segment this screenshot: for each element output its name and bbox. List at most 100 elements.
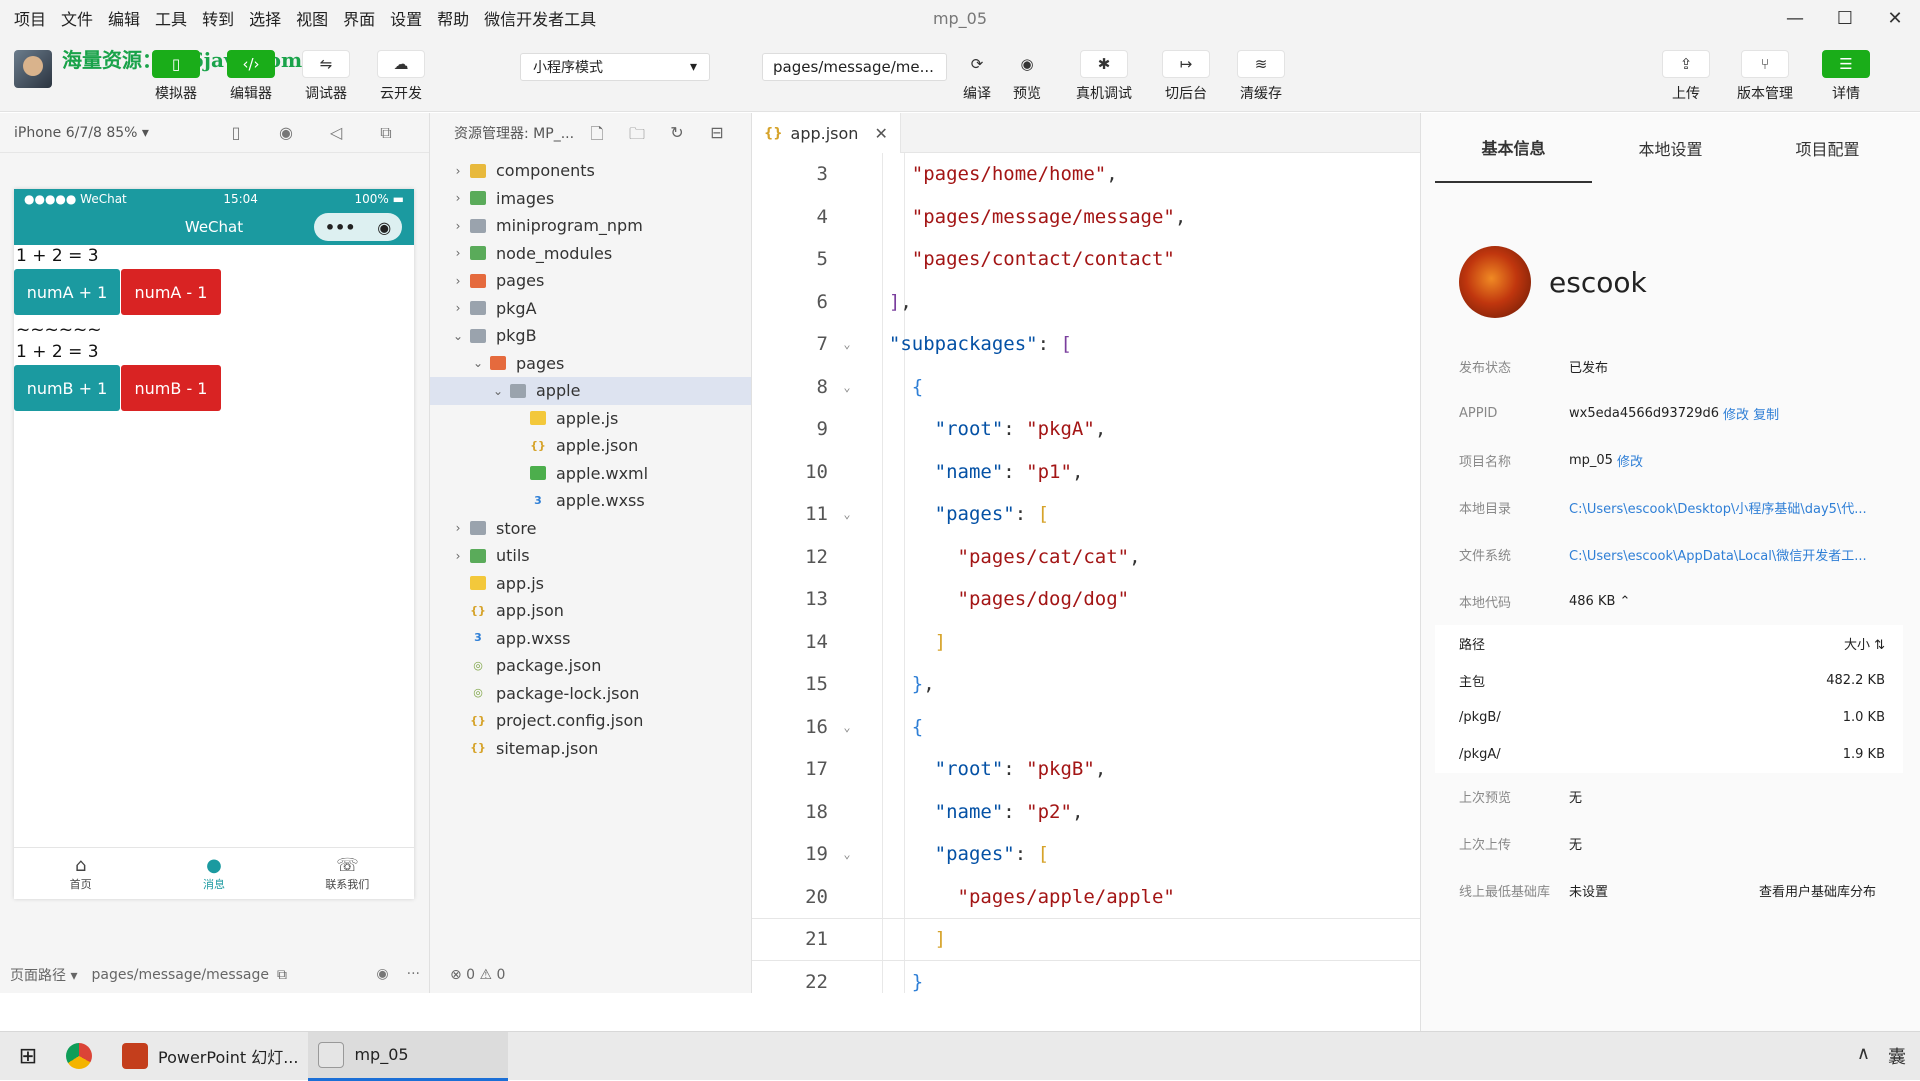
devtools-taskbar-item[interactable]: mp_05 <box>308 1031 509 1081</box>
code-line[interactable]: 22 } <box>752 961 1420 994</box>
version-button[interactable]: ⑂ 版本管理 <box>1737 50 1793 103</box>
simulator-button[interactable]: ▯ 模拟器 <box>152 50 200 103</box>
eye-icon[interactable]: ◉ <box>376 966 388 982</box>
close-circle-icon[interactable]: ◉ <box>377 218 391 237</box>
close-button[interactable]: ✕ <box>1870 0 1920 36</box>
tree-item[interactable]: app.js <box>430 570 751 598</box>
code-line[interactable]: 18 "name": "p2", <box>752 791 1420 834</box>
menu-item[interactable]: 文件 <box>61 6 93 30</box>
tree-item[interactable]: 3 app.wxss <box>430 625 751 653</box>
powerpoint-taskbar-item[interactable]: PowerPoint 幻灯... <box>112 1032 308 1081</box>
tree-item[interactable]: ◎ package-lock.json <box>430 680 751 708</box>
code-line[interactable]: 7 ⌄ "subpackages": [ <box>752 323 1420 366</box>
debugger-button[interactable]: ⇋ 调试器 <box>302 50 350 103</box>
minimize-button[interactable]: — <box>1770 0 1820 36</box>
close-icon[interactable]: ✕ <box>874 124 887 143</box>
popout-icon[interactable]: ⧉ <box>361 123 411 143</box>
tree-item[interactable]: › node_modules <box>430 240 751 268</box>
num-a-plus-button[interactable]: numA + 1 <box>14 269 120 315</box>
clear-cache-button[interactable]: ≋ 清缓存 <box>1237 50 1285 103</box>
chrome-taskbar-item[interactable] <box>56 1032 112 1081</box>
code-line[interactable]: 21 ] <box>752 918 1420 961</box>
code-line[interactable]: 16 ⌄ { <box>752 706 1420 749</box>
info-link[interactable]: C:\Users\escook\AppData\Local\微信开发者工... <box>1569 545 1867 564</box>
fold-chevron-icon[interactable]: ⌄ <box>828 720 866 734</box>
device-select[interactable]: iPhone 6/7/8 85% ▾ <box>14 125 149 141</box>
num-a-minus-button[interactable]: numA - 1 <box>121 269 221 315</box>
fold-chevron-icon[interactable]: ⌄ <box>828 507 866 521</box>
code-line[interactable]: 9 "root": "pkgA", <box>752 408 1420 451</box>
mode-select[interactable]: 小程序模式 ▾ <box>520 53 710 81</box>
new-folder-icon[interactable]: 🗀 <box>617 123 657 150</box>
problems-status[interactable]: ⊗ 0 ⚠ 0 <box>430 957 752 993</box>
tree-item[interactable]: › pkgA <box>430 295 751 323</box>
backstage-button[interactable]: ↦ 切后台 <box>1162 50 1210 103</box>
more-icon[interactable]: ••• <box>325 218 356 237</box>
tree-item[interactable]: apple.js <box>430 405 751 433</box>
preview-button[interactable]: ◉ 预览 <box>1003 50 1051 103</box>
copy-icon[interactable]: ⧉ <box>277 967 287 983</box>
tree-item[interactable]: 3 apple.wxss <box>430 487 751 515</box>
code-line[interactable]: 20 "pages/apple/apple" <box>752 876 1420 919</box>
code-line[interactable]: 8 ⌄ { <box>752 366 1420 409</box>
menu-item[interactable]: 微信开发者工具 <box>484 6 596 30</box>
tab-message[interactable]: ● 消息 <box>147 848 280 899</box>
tree-item[interactable]: ⌄ apple <box>430 377 751 405</box>
fold-chevron-icon[interactable]: ⌄ <box>828 380 866 394</box>
details-button[interactable]: ☰ 详情 <box>1822 50 1870 103</box>
fold-chevron-icon[interactable]: ⌄ <box>828 847 866 861</box>
menu-item[interactable]: 视图 <box>296 6 328 30</box>
upload-button[interactable]: ⇪ 上传 <box>1662 50 1710 103</box>
page-path-select[interactable]: 页面路径 ▾ <box>10 965 77 985</box>
collapse-icon[interactable]: ⊟ <box>697 123 737 150</box>
compile-button[interactable]: ⟳ 编译 <box>953 50 1001 103</box>
size-sort-button[interactable]: 大小 ⇅ <box>1844 634 1885 653</box>
tab-local-settings[interactable]: 本地设置 <box>1592 113 1749 183</box>
tab-basic-info[interactable]: 基本信息 <box>1435 113 1592 183</box>
code-line[interactable]: 12 "pages/cat/cat", <box>752 536 1420 579</box>
user-avatar[interactable] <box>14 50 52 88</box>
code-line[interactable]: 15 }, <box>752 663 1420 706</box>
new-file-icon[interactable]: 🗋 <box>577 123 617 150</box>
record-icon[interactable]: ◉ <box>261 123 311 143</box>
tree-item[interactable]: ◎ package.json <box>430 652 751 680</box>
cloud-button[interactable]: ☁ 云开发 <box>377 50 425 103</box>
tree-item[interactable]: › images <box>430 185 751 213</box>
tab-project-config[interactable]: 项目配置 <box>1749 113 1906 183</box>
code-line[interactable]: 10 "name": "p1", <box>752 451 1420 494</box>
menu-item[interactable]: 编辑 <box>108 6 140 30</box>
tree-item[interactable]: ⌄ pkgB <box>430 322 751 350</box>
fold-chevron-icon[interactable]: ⌄ <box>828 337 866 351</box>
more-icon[interactable]: ··· <box>407 966 420 982</box>
tree-item[interactable]: {} sitemap.json <box>430 735 751 763</box>
menu-item[interactable]: 转到 <box>202 6 234 30</box>
tree-item[interactable]: {} project.config.json <box>430 707 751 735</box>
maximize-button[interactable]: ☐ <box>1820 0 1870 36</box>
code-area[interactable]: 3 "pages/home/home", 4 "pages/message/mes… <box>752 153 1420 993</box>
menu-item[interactable]: 选择 <box>249 6 281 30</box>
tree-item[interactable]: ⌄ pages <box>430 350 751 378</box>
tree-item[interactable]: › miniprogram_npm <box>430 212 751 240</box>
refresh-icon[interactable]: ↻ <box>657 123 697 150</box>
ime-icon[interactable]: 囊 <box>1888 1043 1906 1069</box>
volume-icon[interactable]: ◁ <box>311 123 361 143</box>
real-debug-button[interactable]: ✱ 真机调试 <box>1076 50 1132 103</box>
menu-item[interactable]: 项目 <box>14 6 46 30</box>
info-link[interactable]: C:\Users\escook\Desktop\小程序基础\day5\代... <box>1569 498 1867 517</box>
code-line[interactable]: 13 "pages/dog/dog" <box>752 578 1420 621</box>
code-line[interactable]: 17 "root": "pkgB", <box>752 748 1420 791</box>
menu-item[interactable]: 设置 <box>390 6 422 30</box>
code-line[interactable]: 19 ⌄ "pages": [ <box>752 833 1420 876</box>
menu-item[interactable]: 界面 <box>343 6 375 30</box>
info-link[interactable]: 修改 <box>1617 451 1643 470</box>
chevron-up-icon[interactable]: ∧ <box>1857 1043 1870 1069</box>
num-b-plus-button[interactable]: numB + 1 <box>14 365 120 411</box>
code-line[interactable]: 4 "pages/message/message", <box>752 196 1420 239</box>
windows-start-icon[interactable]: ⊞ <box>0 1044 56 1069</box>
compile-page-select[interactable]: pages/message/me... <box>762 53 947 81</box>
info-link[interactable]: 修改 复制 <box>1723 404 1779 423</box>
menu-item[interactable]: 帮助 <box>437 6 469 30</box>
tree-item[interactable]: › components <box>430 157 751 185</box>
capsule-menu[interactable]: ••• ◉ <box>314 213 402 241</box>
editor-button[interactable]: ‹/› 编辑器 <box>227 50 275 103</box>
